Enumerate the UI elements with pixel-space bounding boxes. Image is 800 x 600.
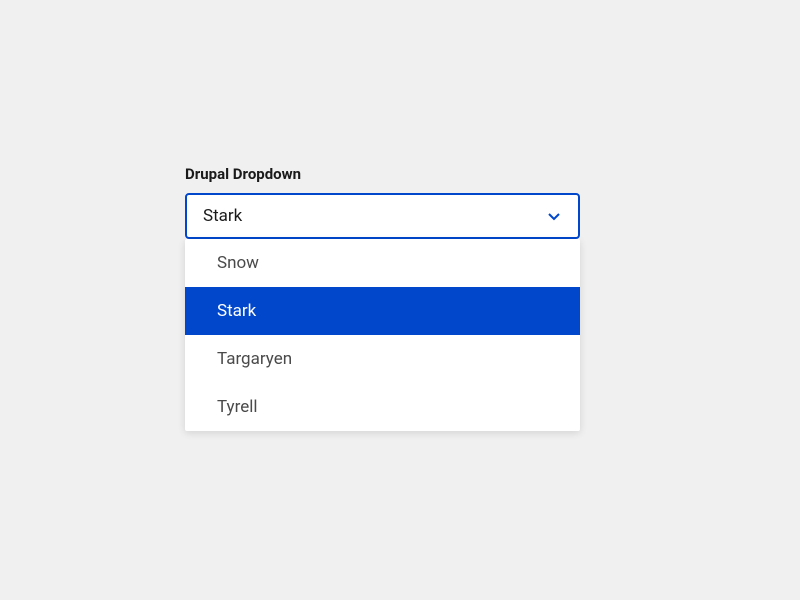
dropdown-option-stark[interactable]: Stark: [185, 287, 580, 335]
dropdown-button[interactable]: Stark: [185, 193, 580, 239]
dropdown-option-label: Stark: [217, 301, 256, 321]
dropdown-component: Drupal Dropdown Stark Snow Stark Targary…: [185, 165, 580, 431]
dropdown-list: Snow Stark Targaryen Tyrell: [185, 239, 580, 431]
dropdown-selected-value: Stark: [203, 206, 242, 226]
dropdown-option-label: Targaryen: [217, 349, 292, 369]
dropdown-option-snow[interactable]: Snow: [185, 239, 580, 287]
dropdown-option-label: Snow: [217, 253, 259, 273]
dropdown-label: Drupal Dropdown: [185, 165, 580, 183]
dropdown-option-targaryen[interactable]: Targaryen: [185, 335, 580, 383]
chevron-down-icon: [546, 208, 562, 224]
dropdown-option-tyrell[interactable]: Tyrell: [185, 383, 580, 431]
dropdown-option-label: Tyrell: [217, 397, 257, 417]
